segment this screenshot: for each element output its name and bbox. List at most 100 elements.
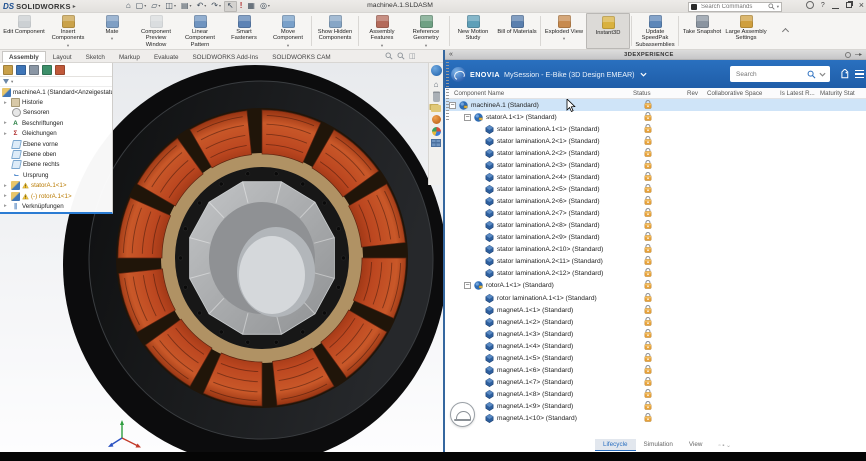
command-tab[interactable]: SOLIDWORKS Add-Ins bbox=[185, 51, 265, 62]
component-row[interactable]: magnetA.1<9> (Standard) bbox=[445, 401, 866, 413]
component-row[interactable]: magnetA.1<1> (Standard) bbox=[445, 304, 866, 316]
dropdown-arrow-icon[interactable]: ▾ bbox=[563, 36, 565, 42]
expander-minus-icon[interactable]: − bbox=[449, 102, 456, 109]
component-row[interactable]: − statorA.1<1> (Standard) bbox=[445, 111, 866, 123]
column-header[interactable]: Component Name bbox=[445, 90, 633, 97]
component-row[interactable]: stator laminationA.2<4> (Standard) bbox=[445, 171, 866, 183]
feature-tree-item[interactable]: ▸ Historie bbox=[0, 97, 112, 107]
component-row[interactable]: stator laminationA.2<8> (Standard) bbox=[445, 220, 866, 232]
enovia-search-box[interactable] bbox=[730, 66, 830, 82]
ribbon-collapse-chevron[interactable] bbox=[782, 28, 790, 33]
command-search-input[interactable] bbox=[699, 3, 766, 11]
feature-tree-item[interactable]: ▸ A Beschriftungen bbox=[0, 118, 112, 128]
column-header[interactable]: Rev bbox=[687, 90, 707, 97]
component-row[interactable]: rotor laminationA.1<1> (Standard) bbox=[445, 292, 866, 304]
footer-tab[interactable]: Simulation bbox=[636, 439, 681, 451]
command-tab[interactable]: SOLIDWORKS CAM bbox=[265, 51, 337, 62]
component-row[interactable]: magnetA.1<8> (Standard) bbox=[445, 389, 866, 401]
task-pane-icon[interactable] bbox=[432, 127, 441, 136]
search-options-chevron-icon[interactable] bbox=[819, 71, 826, 78]
feature-tree-item[interactable]: ▸ (-) rotorA.1<1> bbox=[0, 191, 112, 201]
component-row[interactable]: stator laminationA.2<2> (Standard) bbox=[445, 147, 866, 159]
feature-tree-item[interactable]: machineA.1 (Standard<Anzeigestatus-1 bbox=[0, 87, 112, 97]
component-row[interactable]: magnetA.1<10> (Standard) bbox=[445, 413, 866, 425]
expand-arrow-icon[interactable]: ▸ bbox=[4, 120, 9, 126]
component-row[interactable]: stator laminationA.2<9> (Standard) bbox=[445, 232, 866, 244]
command-tab[interactable]: Assembly bbox=[2, 51, 46, 62]
column-header[interactable]: Is Latest R... bbox=[780, 90, 820, 97]
tag-icon[interactable] bbox=[839, 69, 850, 80]
minimize-button[interactable] bbox=[832, 2, 839, 9]
dropdown-arrow-icon[interactable]: ▾ bbox=[287, 43, 289, 49]
ribbon-button[interactable]: Mate ▾ bbox=[90, 13, 134, 49]
filter-dropdown-icon[interactable]: ▾ bbox=[11, 79, 13, 85]
dropdown-arrow-icon[interactable]: ▾ bbox=[67, 43, 69, 49]
ribbon-button[interactable]: Assembly Features ▾ bbox=[360, 13, 404, 49]
ribbon-button[interactable]: Bill of Materials bbox=[495, 13, 539, 49]
ribbon-button[interactable]: Instant3D bbox=[586, 13, 630, 49]
component-row[interactable]: magnetA.1<4> (Standard) bbox=[445, 340, 866, 352]
component-row[interactable]: stator laminationA.1<1> (Standard) bbox=[445, 123, 866, 135]
task-pane-icon[interactable] bbox=[431, 65, 442, 76]
expand-arrow-icon[interactable]: ▸ bbox=[4, 131, 9, 137]
ribbon-button[interactable]: Linear Component Pattern ▾ bbox=[178, 13, 222, 49]
user-account-icon[interactable] bbox=[806, 1, 814, 9]
restore-button[interactable] bbox=[846, 2, 852, 8]
component-row[interactable]: magnetA.1<5> (Standard) bbox=[445, 352, 866, 364]
command-tab[interactable]: Evaluate bbox=[147, 51, 186, 62]
dropdown-arrow-icon[interactable]: ▾ bbox=[144, 2, 146, 10]
command-tab[interactable]: Markup bbox=[112, 51, 147, 62]
component-row[interactable]: magnetA.1<6> (Standard) bbox=[445, 364, 866, 376]
component-row[interactable]: magnetA.1<3> (Standard) bbox=[445, 328, 866, 340]
feature-manager-tab-icon[interactable] bbox=[55, 65, 65, 75]
task-pane-icon[interactable] bbox=[433, 93, 440, 102]
feature-tree-item[interactable]: ▸ statorA.1<1> bbox=[0, 181, 112, 191]
component-row[interactable]: magnetA.1<2> (Standard) bbox=[445, 316, 866, 328]
feature-manager-tab-icon[interactable] bbox=[42, 65, 52, 75]
component-row[interactable]: stator laminationA.2<12> (Standard) bbox=[445, 268, 866, 280]
quick-access-button[interactable]: ⌂ bbox=[124, 1, 133, 12]
footer-tab[interactable]: Lifecycle bbox=[595, 439, 636, 451]
dropdown-arrow-icon[interactable]: ▾ bbox=[425, 43, 427, 49]
quick-access-button[interactable]: ▤ ▾ bbox=[179, 1, 194, 12]
ribbon-button[interactable]: Exploded View ▾ bbox=[542, 13, 586, 49]
dropdown-arrow-icon[interactable]: ▾ bbox=[158, 2, 160, 10]
quick-access-button[interactable]: ▦ bbox=[245, 1, 257, 12]
view-settings-icon[interactable]: ◫ bbox=[409, 52, 416, 60]
component-row[interactable]: stator laminationA.2<5> (Standard) bbox=[445, 183, 866, 195]
feature-manager-tab-icon[interactable] bbox=[29, 65, 39, 75]
feature-tree-item[interactable]: Sensoren bbox=[0, 108, 112, 118]
menu-icon[interactable] bbox=[855, 70, 864, 78]
component-row[interactable]: stator laminationA.2<1> (Standard) bbox=[445, 135, 866, 147]
zoom-to-fit-icon[interactable] bbox=[385, 52, 393, 60]
pin-panel-icon[interactable] bbox=[855, 53, 862, 56]
feature-tree-item[interactable]: ▸ Σ Gleichungen bbox=[0, 129, 112, 139]
quick-access-button[interactable]: ▢ ▾ bbox=[134, 1, 149, 12]
component-row[interactable]: stator laminationA.2<11> (Standard) bbox=[445, 256, 866, 268]
ribbon-button[interactable]: Component Preview Window bbox=[134, 13, 178, 49]
enovia-search-input[interactable] bbox=[734, 70, 804, 79]
dropdown-arrow-icon[interactable]: ▾ bbox=[204, 2, 206, 10]
quick-access-button[interactable]: ! bbox=[238, 1, 245, 12]
ribbon-button[interactable]: Update SpeedPak Subassemblies bbox=[633, 13, 677, 49]
close-button[interactable]: × bbox=[859, 2, 864, 9]
help-icon[interactable]: ? bbox=[821, 2, 825, 9]
ribbon-button[interactable]: Move Component ▾ bbox=[266, 13, 310, 49]
feature-tree-item[interactable]: ⌙ Ursprung bbox=[0, 170, 112, 180]
dropdown-arrow-icon[interactable]: ▾ bbox=[111, 36, 113, 42]
task-pane-icon[interactable]: ⌂ bbox=[431, 79, 442, 90]
dropdown-arrow-icon[interactable]: ▾ bbox=[190, 2, 192, 10]
search-scope-icon[interactable] bbox=[691, 4, 697, 10]
search-dropdown-icon[interactable]: ▾ bbox=[777, 4, 779, 10]
command-tab[interactable]: Layout bbox=[46, 51, 79, 62]
feature-tree-item[interactable]: ▸ ∥ Verknüpfungen bbox=[0, 201, 112, 211]
ribbon-button[interactable]: Take Snapshot bbox=[680, 13, 724, 49]
task-pane-icon[interactable] bbox=[431, 139, 441, 147]
ribbon-button[interactable]: Large Assembly Settings bbox=[724, 13, 768, 49]
feature-tree-item[interactable]: Ebene rechts bbox=[0, 160, 112, 170]
zoom-to-area-icon[interactable] bbox=[397, 52, 405, 60]
task-pane-icon[interactable] bbox=[432, 115, 441, 124]
component-row[interactable]: stator laminationA.2<3> (Standard) bbox=[445, 159, 866, 171]
column-header[interactable]: Status bbox=[633, 90, 687, 97]
dropdown-arrow-icon[interactable]: ▾ bbox=[174, 2, 176, 10]
